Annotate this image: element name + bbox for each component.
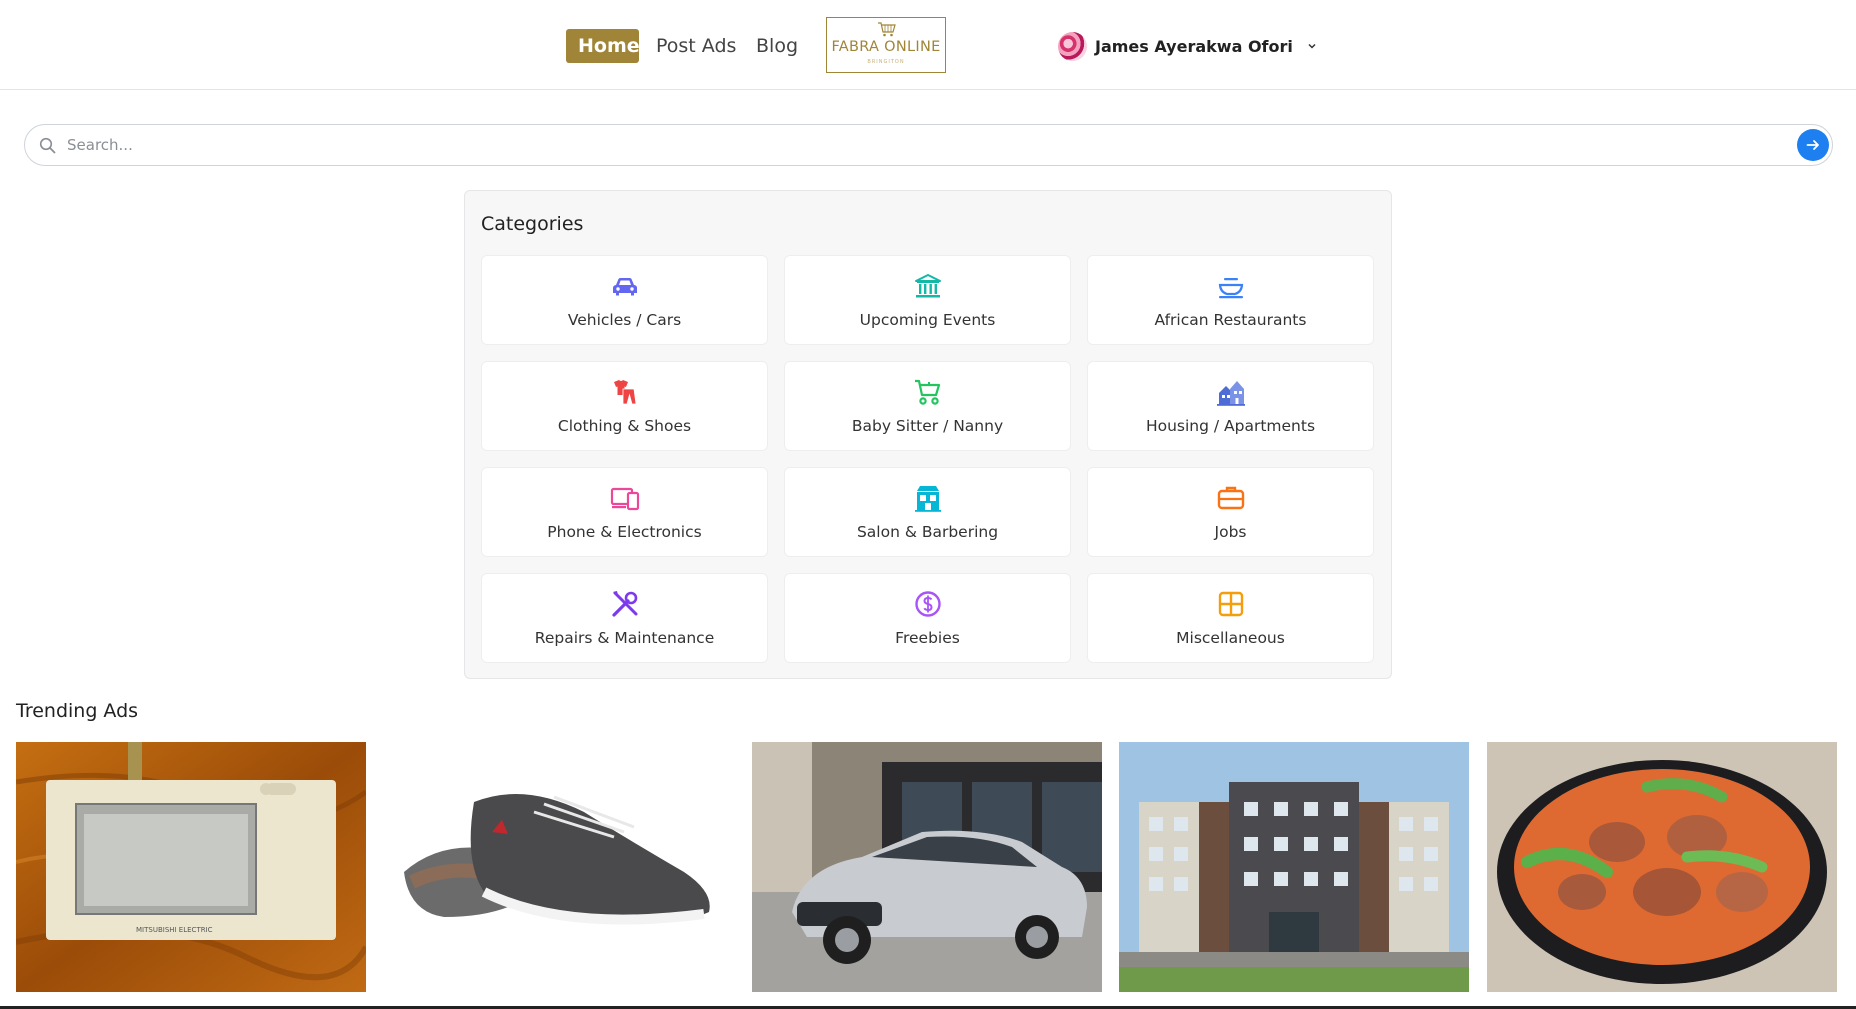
categories-panel: Categories Vehicles / Cars Upcoming Even… <box>464 190 1392 679</box>
category-vehicles[interactable]: Vehicles / Cars <box>481 255 768 345</box>
category-label: Freebies <box>895 629 960 647</box>
arrow-right-icon <box>1806 140 1819 150</box>
category-repairs[interactable]: Repairs & Maintenance <box>481 573 768 663</box>
stroller-icon <box>915 379 941 405</box>
grid-icon <box>1218 591 1244 617</box>
houses-icon <box>1217 381 1245 406</box>
category-housing[interactable]: Housing / Apartments <box>1087 361 1374 451</box>
category-label: Vehicles / Cars <box>567 311 682 329</box>
category-label: Baby Sitter / Nanny <box>851 417 1004 435</box>
clothing-icon <box>614 380 637 405</box>
search-input[interactable] <box>67 133 1767 157</box>
avatar <box>1058 31 1087 61</box>
silver-sedan-image <box>752 742 1102 992</box>
category-label: Housing / Apartments <box>1145 417 1316 435</box>
nav-home-link[interactable]: Home <box>566 29 640 63</box>
category-freebies[interactable]: Freebies <box>784 573 1071 663</box>
nav-blog-link[interactable]: Blog <box>744 29 810 63</box>
search-bar <box>24 124 1833 166</box>
category-events[interactable]: Upcoming Events <box>784 255 1071 345</box>
site-logo[interactable]: FABRA ONLINE BRINGITON <box>826 17 946 73</box>
trending-ads-title: Trending Ads <box>16 700 139 722</box>
category-clothing[interactable]: Clothing & Shoes <box>481 361 768 451</box>
dollar-coin-icon <box>915 591 941 617</box>
apartment-building-image <box>1119 742 1469 992</box>
trending-ad-card[interactable]: MITSUBISHI ELECTRIC <box>16 742 366 1009</box>
category-label: Clothing & Shoes <box>557 417 692 435</box>
logo-brand-text: FABRA ONLINE <box>831 39 941 55</box>
svg-text:MITSUBISHI ELECTRIC: MITSUBISHI ELECTRIC <box>136 926 213 934</box>
thermostat-panel-image: MITSUBISHI ELECTRIC <box>16 742 366 992</box>
logo-tagline: BRINGITON <box>867 59 905 65</box>
search-submit-button[interactable] <box>1797 129 1829 161</box>
nav-post-ads-link[interactable]: Post Ads <box>644 29 748 63</box>
devices-icon <box>610 487 640 511</box>
category-electronics[interactable]: Phone & Electronics <box>481 467 768 557</box>
car-icon <box>613 278 637 296</box>
category-label: Jobs <box>1214 523 1247 541</box>
search-icon <box>39 137 56 154</box>
category-label: Upcoming Events <box>859 311 996 329</box>
category-label: Repairs & Maintenance <box>534 629 715 647</box>
sneaker-image <box>384 742 734 992</box>
user-name: James Ayerakwa Ofori <box>1095 36 1293 56</box>
user-menu[interactable]: James Ayerakwa Ofori <box>1058 30 1317 62</box>
category-jobs[interactable]: Jobs <box>1087 467 1374 557</box>
chevron-down-icon <box>1308 43 1316 49</box>
category-label: Phone & Electronics <box>547 523 702 541</box>
category-salon[interactable]: Salon & Barbering <box>784 467 1071 557</box>
category-babysitter[interactable]: Baby Sitter / Nanny <box>784 361 1071 451</box>
category-restaurants[interactable]: African Restaurants <box>1087 255 1374 345</box>
top-navbar: Home Post Ads Blog FABRA ONLINE BRINGITO… <box>0 0 1856 90</box>
trending-ad-card[interactable] <box>1119 742 1469 1009</box>
trending-ad-card[interactable] <box>384 742 734 1009</box>
stew-bowl-image <box>1487 742 1837 992</box>
building-icon <box>915 274 941 298</box>
tools-icon <box>612 591 638 617</box>
food-bowl-icon <box>1218 278 1244 299</box>
cart-icon <box>878 22 896 37</box>
category-miscellaneous[interactable]: Miscellaneous <box>1087 573 1374 663</box>
category-label: Miscellaneous <box>1176 629 1285 647</box>
briefcase-icon <box>1217 486 1245 510</box>
salon-icon <box>915 486 941 512</box>
category-label: Salon & Barbering <box>856 523 999 541</box>
trending-ad-card[interactable] <box>1487 742 1837 1009</box>
trending-ad-card[interactable] <box>752 742 1102 1009</box>
category-label: African Restaurants <box>1154 311 1307 329</box>
categories-title: Categories <box>481 213 584 235</box>
